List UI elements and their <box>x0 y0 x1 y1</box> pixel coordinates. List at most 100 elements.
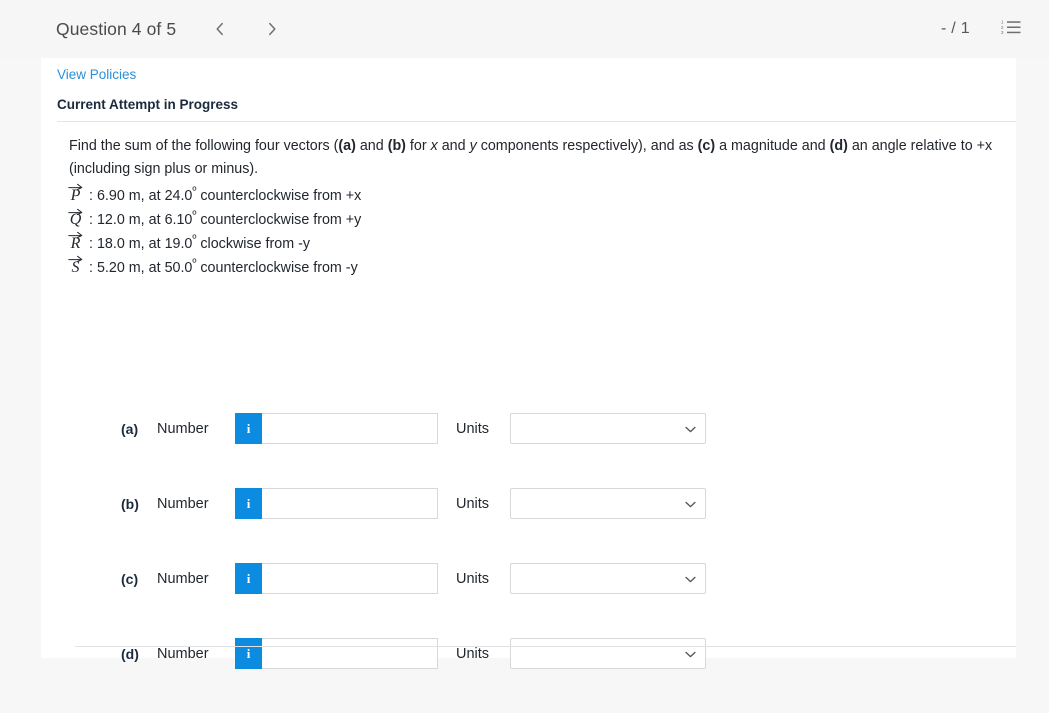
number-input-group-c: i <box>235 563 438 594</box>
header-left-group: Question 4 of 5 <box>56 15 286 43</box>
number-input-a[interactable] <box>262 413 438 444</box>
question-body: Find the sum of the following four vecto… <box>67 135 999 280</box>
vector-letter: S <box>71 259 80 276</box>
score-display: - / 1 <box>940 20 970 37</box>
vector-symbol: P <box>67 183 82 208</box>
vector-direction: counterclockwise from +x <box>200 188 362 204</box>
vector-magnitude: 18.0 m, <box>96 236 145 252</box>
header-right-group: - / 1 1 2 3 <box>941 18 1022 40</box>
vector-direction: counterclockwise from +y <box>200 212 362 228</box>
vector-list: P: 6.90 m, at 24.0º counterclockwise fro… <box>67 183 999 280</box>
prompt-var-y: y <box>469 138 477 154</box>
question-header-bar: Question 4 of 5 - / 1 1 2 3 <box>0 0 1049 58</box>
units-label-b: Units <box>456 495 490 512</box>
units-select-c[interactable] <box>510 563 706 594</box>
number-input-group-d: i <box>235 638 438 669</box>
vector-angle: 24.0 <box>164 188 193 204</box>
vector-separator: : <box>89 212 93 228</box>
units-select-d[interactable] <box>510 638 706 669</box>
units-select-wrap-a <box>510 413 706 444</box>
units-select-wrap-c <box>510 563 706 594</box>
prev-question-button[interactable] <box>206 15 234 43</box>
vector-item: Q: 12.0 m, at 6.10º counterclockwise fro… <box>67 208 999 232</box>
prompt-text-5: components respectively), and as <box>476 138 698 154</box>
vector-item: P: 6.90 m, at 24.0º counterclockwise fro… <box>67 183 999 208</box>
prompt-text-2: and <box>355 138 388 154</box>
prompt-part-d: (d) <box>829 138 848 154</box>
part-label-a: (a) <box>121 420 139 437</box>
view-policies-link[interactable]: View Policies <box>57 67 136 82</box>
vector-letter: R <box>70 235 81 252</box>
number-label-c: Number <box>157 570 209 587</box>
ordered-list-icon: 1 2 3 <box>1001 19 1021 40</box>
prompt-text-4: and <box>437 138 470 154</box>
part-label-b: (b) <box>121 495 139 512</box>
answer-row-content: (b) Number i Units <box>121 488 706 519</box>
question-list-button[interactable]: 1 2 3 <box>1000 18 1022 40</box>
answer-row-a: (a) Number i Units <box>121 413 741 488</box>
units-select-wrap-d <box>510 638 706 669</box>
vector-separator: : <box>89 236 93 252</box>
number-label-a: Number <box>157 420 209 437</box>
answer-row-content: (d) Number i Units <box>121 638 706 669</box>
question-prompt: Find the sum of the following four vecto… <box>69 135 999 180</box>
chevron-left-icon <box>214 22 226 36</box>
attempt-status-heading: Current Attempt in Progress <box>57 97 239 112</box>
vector-at-word: at <box>148 188 161 204</box>
question-card: View Policies Current Attempt in Progres… <box>41 58 1016 669</box>
question-nav-arrows <box>206 15 286 43</box>
vector-item: S: 5.20 m, at 50.0º counterclockwise fro… <box>67 255 999 280</box>
vector-letter: P <box>70 187 81 204</box>
vector-symbol: Q <box>67 208 82 232</box>
units-label-a: Units <box>456 420 490 437</box>
vector-direction: counterclockwise from -y <box>200 260 358 276</box>
answer-rows: (a) Number i Units (b) Number i Units (c… <box>121 413 741 713</box>
svg-text:3: 3 <box>1001 30 1004 35</box>
part-label-d: (d) <box>121 645 139 662</box>
vector-angle: 50.0 <box>164 260 193 276</box>
vector-separator: : <box>89 260 93 276</box>
prompt-text-3: for <box>405 138 431 154</box>
answer-row-d: (d) Number i Units <box>121 638 741 713</box>
card-header-divider <box>57 121 1016 122</box>
number-input-c[interactable] <box>262 563 438 594</box>
vector-direction: clockwise from -y <box>200 236 311 252</box>
units-select-a[interactable] <box>510 413 706 444</box>
answer-row-content: (c) Number i Units <box>121 563 706 594</box>
units-label-c: Units <box>456 570 490 587</box>
prompt-part-b: (b) <box>387 138 406 154</box>
vector-at-word: at <box>148 236 161 252</box>
number-input-group-b: i <box>235 488 438 519</box>
info-icon[interactable]: i <box>235 413 262 444</box>
vector-magnitude: 12.0 m, <box>96 212 145 228</box>
vector-letter: Q <box>69 211 82 228</box>
info-icon[interactable]: i <box>235 563 262 594</box>
page-title: Question 4 of 5 <box>56 18 177 39</box>
answer-row-content: (a) Number i Units <box>121 413 706 444</box>
footer-divider <box>75 646 1016 647</box>
prompt-text-1: Find the sum of the following four vecto… <box>69 138 339 154</box>
number-label-b: Number <box>157 495 209 512</box>
info-icon[interactable]: i <box>235 488 262 519</box>
info-icon[interactable]: i <box>235 638 262 669</box>
vector-symbol: R <box>67 231 82 256</box>
vector-item: R: 18.0 m, at 19.0º clockwise from -y <box>67 231 999 256</box>
answer-row-c: (c) Number i Units <box>121 563 741 638</box>
vector-at-word: at <box>148 260 161 276</box>
degree-symbol: º <box>192 233 197 246</box>
number-input-b[interactable] <box>262 488 438 519</box>
chevron-right-icon <box>266 22 278 36</box>
vector-angle: 19.0 <box>164 236 193 252</box>
units-select-b[interactable] <box>510 488 706 519</box>
vector-angle: 6.10 <box>164 212 193 228</box>
units-select-wrap-b <box>510 488 706 519</box>
vector-magnitude: 5.20 m, <box>96 260 145 276</box>
number-input-d[interactable] <box>262 638 438 669</box>
next-question-button[interactable] <box>258 15 286 43</box>
number-input-group-a: i <box>235 413 438 444</box>
number-label-d: Number <box>157 645 209 662</box>
degree-symbol: º <box>192 209 197 222</box>
vector-symbol: S <box>67 255 82 280</box>
prompt-part-c: (c) <box>697 138 716 154</box>
vector-separator: : <box>89 188 93 204</box>
